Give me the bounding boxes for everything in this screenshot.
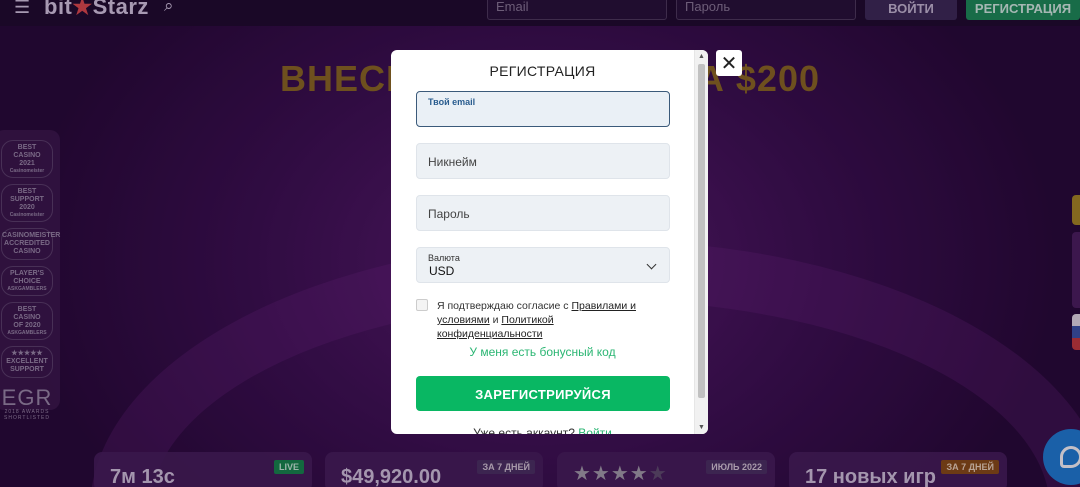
- currency-select[interactable]: Валюта USD: [416, 247, 670, 283]
- password-placeholder: Пароль: [428, 207, 470, 221]
- nickname-placeholder: Никнейм: [428, 155, 477, 169]
- nickname-field[interactable]: Никнейм: [416, 143, 670, 179]
- register-submit-button[interactable]: ЗАРЕГИСТРИРУЙСЯ: [416, 376, 670, 411]
- chevron-down-icon: [646, 259, 657, 270]
- close-icon[interactable]: ✕: [716, 50, 742, 76]
- currency-label: Валюта: [428, 253, 460, 263]
- scroll-up-icon[interactable]: ▲: [698, 53, 705, 60]
- modal-title: РЕГИСТРАЦИЯ: [489, 63, 596, 79]
- login-link[interactable]: Войти: [578, 426, 612, 434]
- password-field[interactable]: Пароль: [416, 195, 670, 231]
- terms-text: Я подтверждаю согласие с Правилами и усл…: [437, 300, 636, 340]
- have-account-row: Уже есть аккаунт? Войти: [391, 426, 694, 434]
- registration-form: РЕГИСТРАЦИЯ Твой email Никнейм Пароль Ва…: [391, 50, 694, 434]
- scroll-down-icon[interactable]: ▼: [698, 424, 705, 431]
- email-field[interactable]: Твой email: [416, 91, 670, 127]
- bonus-code-link[interactable]: У меня есть бонусный код: [391, 345, 694, 359]
- modal-scrollbar[interactable]: ▲ ▼: [694, 50, 708, 434]
- currency-value: USD: [429, 264, 455, 278]
- email-field-label: Твой email: [428, 97, 476, 107]
- registration-modal: РЕГИСТРАЦИЯ Твой email Никнейм Пароль Ва…: [391, 50, 708, 434]
- terms-checkbox[interactable]: [416, 299, 428, 311]
- scrollbar-thumb[interactable]: [698, 64, 705, 398]
